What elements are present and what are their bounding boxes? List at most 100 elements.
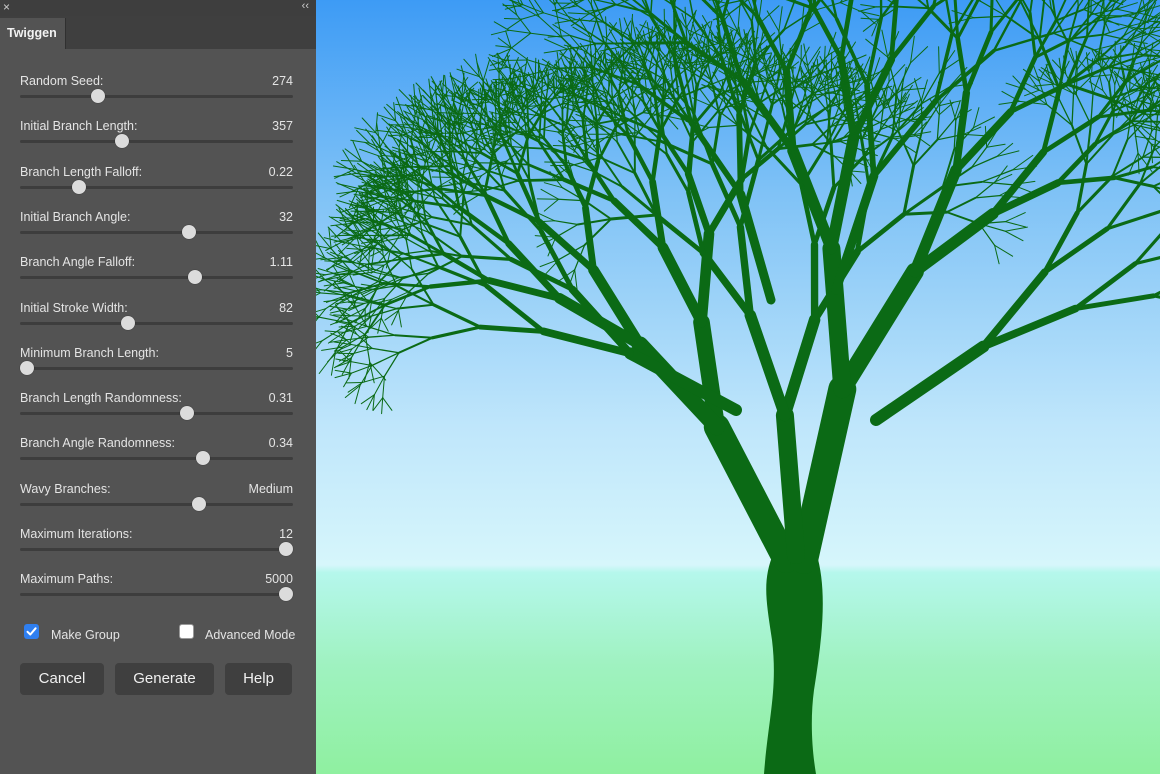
slider-track[interactable] bbox=[20, 548, 293, 551]
tree-branch bbox=[1112, 176, 1155, 188]
tree-branch bbox=[367, 334, 396, 338]
collapse-icon[interactable]: ‹‹ bbox=[302, 0, 309, 12]
tree-branch bbox=[330, 216, 354, 219]
slider-track[interactable] bbox=[20, 457, 293, 461]
tree-branch bbox=[510, 47, 529, 61]
tree-branch bbox=[373, 268, 404, 279]
slider-row: Branch Length Falloff: 0.22 bbox=[20, 165, 293, 205]
slider-label: Branch Length Falloff: bbox=[20, 164, 143, 179]
slider-thumb[interactable] bbox=[182, 224, 197, 239]
tree-branch bbox=[800, 142, 829, 187]
advanced-mode-checkbox[interactable]: Advanced Mode bbox=[179, 624, 295, 644]
slider-thumb[interactable] bbox=[71, 179, 86, 194]
tree-branch bbox=[381, 397, 384, 415]
slider-track[interactable] bbox=[20, 321, 293, 325]
tree-branch bbox=[1005, 212, 1026, 223]
slider-row: Wavy Branches: Medium bbox=[20, 482, 293, 522]
tree-branch bbox=[526, 139, 531, 181]
tree-branch bbox=[980, 0, 1007, 17]
tree-branch bbox=[900, 66, 907, 91]
slider-label: Initial Branch Length: bbox=[20, 119, 138, 134]
slider-thumb[interactable] bbox=[120, 315, 135, 330]
tree-branch bbox=[1090, 74, 1112, 78]
tree-branch bbox=[736, 111, 744, 198]
tree-branch bbox=[555, 223, 579, 238]
artboard-canvas[interactable] bbox=[316, 0, 1160, 774]
slider-thumb[interactable] bbox=[90, 89, 105, 103]
tree-branch bbox=[663, 8, 666, 37]
tree-branch bbox=[739, 112, 760, 162]
tree-branch bbox=[913, 134, 931, 147]
slider-track[interactable] bbox=[20, 95, 293, 98]
tree-branch bbox=[553, 220, 579, 226]
slider-label: Initial Stroke Width: bbox=[20, 300, 128, 315]
tree-branch bbox=[650, 98, 652, 118]
tree-branch bbox=[757, 5, 780, 25]
tree-branch bbox=[1152, 185, 1160, 195]
slider-row: Branch Angle Falloff: 1.11 bbox=[20, 255, 293, 295]
tree-branch bbox=[552, 145, 575, 147]
tree-branch bbox=[347, 382, 363, 393]
tree-branch bbox=[1041, 0, 1053, 10]
slider-thumb[interactable] bbox=[187, 270, 202, 285]
slider-thumb[interactable] bbox=[191, 496, 206, 511]
slider-track[interactable] bbox=[20, 412, 293, 416]
tree-branch bbox=[336, 190, 357, 195]
tree-branch bbox=[370, 249, 384, 257]
slider-thumb[interactable] bbox=[19, 360, 34, 375]
slider-value: 0.22 bbox=[268, 164, 293, 179]
help-button[interactable]: Help bbox=[225, 663, 292, 695]
tree-branch bbox=[936, 114, 940, 141]
checkbox-checked-icon[interactable] bbox=[24, 624, 39, 639]
close-icon[interactable]: × bbox=[3, 1, 10, 13]
tree-branch bbox=[989, 0, 994, 34]
tree-branch bbox=[534, 0, 544, 14]
tree-branch bbox=[945, 196, 977, 214]
tree-branch bbox=[534, 57, 537, 79]
tree-branch bbox=[657, 242, 707, 328]
tree-branch bbox=[879, 0, 883, 19]
tab-twiggen[interactable]: Twiggen bbox=[0, 18, 66, 49]
slider-value: 0.34 bbox=[268, 436, 293, 451]
checkbox-unchecked-icon[interactable] bbox=[179, 624, 194, 639]
tree-branch bbox=[1154, 115, 1159, 148]
slider-label: Branch Angle Randomness: bbox=[20, 436, 175, 451]
tree-branch bbox=[630, 13, 633, 38]
tree-branch bbox=[528, 0, 540, 18]
tree-branch bbox=[527, 59, 557, 69]
slider-value: 5000 bbox=[265, 572, 293, 587]
slider-thumb[interactable] bbox=[279, 542, 294, 556]
generate-button[interactable]: Generate bbox=[115, 663, 214, 695]
tree-branch bbox=[605, 16, 608, 39]
tree-branch bbox=[570, 20, 606, 44]
slider-label: Maximum Iterations: bbox=[20, 527, 133, 541]
tree-branch bbox=[1075, 94, 1092, 126]
tree-branch bbox=[931, 0, 947, 9]
tree-branch bbox=[910, 46, 929, 64]
tree-branch bbox=[316, 340, 323, 350]
slider-value: 0.31 bbox=[268, 391, 293, 406]
tree-branch bbox=[766, 10, 780, 32]
slider-track[interactable] bbox=[20, 593, 293, 597]
tree-branch bbox=[986, 143, 1006, 148]
slider-thumb[interactable] bbox=[115, 134, 130, 149]
slider-track[interactable] bbox=[20, 276, 293, 280]
slider-thumb[interactable] bbox=[279, 587, 294, 602]
slider-track[interactable] bbox=[20, 185, 293, 189]
tree-branch bbox=[708, 124, 739, 129]
tree-branch bbox=[318, 351, 336, 374]
slider-label: Random Seed: bbox=[20, 74, 104, 88]
tree-branch bbox=[778, 6, 783, 32]
slider-thumb[interactable] bbox=[180, 406, 195, 421]
cancel-button[interactable]: Cancel bbox=[20, 663, 104, 695]
make-group-checkbox[interactable]: Make Group bbox=[24, 624, 124, 644]
tree-branch bbox=[351, 365, 373, 374]
slider-value: 12 bbox=[279, 527, 293, 541]
slider-track[interactable] bbox=[20, 230, 293, 234]
slider-row: Branch Length Randomness: 0.31 bbox=[20, 391, 293, 431]
slider-track[interactable] bbox=[20, 366, 293, 370]
slider-thumb[interactable] bbox=[195, 451, 210, 466]
slider-track[interactable] bbox=[20, 502, 293, 506]
tree-branch bbox=[1058, 98, 1073, 127]
slider-track[interactable] bbox=[20, 140, 293, 144]
